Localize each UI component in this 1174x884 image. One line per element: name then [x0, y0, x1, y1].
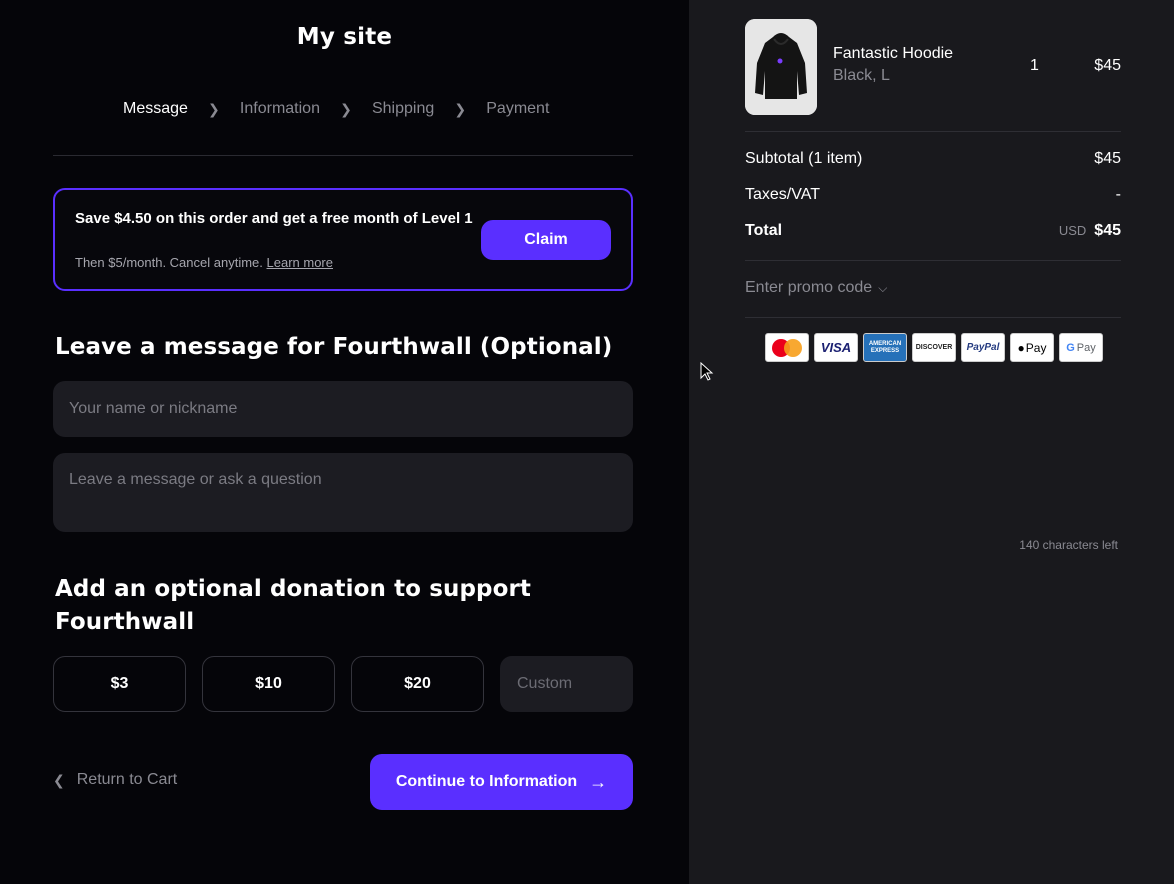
- promo-subtitle-text: Then $5/month. Cancel anytime.: [75, 255, 263, 270]
- step-shipping[interactable]: Shipping: [372, 100, 434, 118]
- subtotal-row: Subtotal (1 item) $45: [745, 150, 1121, 168]
- custom-donation-input[interactable]: Custom: [500, 656, 633, 712]
- product-quantity: 1: [1030, 57, 1039, 74]
- subtotal-value: $45: [1094, 150, 1121, 167]
- checkout-steps-breadcrumb: Message ❯ Information ❯ Shipping ❯ Payme…: [123, 100, 549, 118]
- promo-code-toggle[interactable]: Enter promo code ⌵: [745, 279, 887, 297]
- chevron-right-icon: ❯: [454, 100, 467, 117]
- name-input[interactable]: Your name or nickname: [53, 381, 633, 437]
- checkout-main-panel: [0, 0, 689, 884]
- step-payment[interactable]: Payment: [486, 100, 549, 118]
- message-section-title: Leave a message for Fourthwall (Optional…: [55, 334, 613, 360]
- arrow-right-icon: →: [589, 771, 608, 792]
- taxes-label: Taxes/VAT: [745, 186, 820, 203]
- characters-left-counter: 140 characters left: [1019, 538, 1118, 552]
- continue-to-information-button[interactable]: Continue to Information →: [370, 754, 633, 810]
- return-to-cart-label: Return to Cart: [76, 771, 178, 788]
- divider: [745, 317, 1121, 318]
- donation-option-20[interactable]: $20: [351, 656, 484, 712]
- paypal-icon: PayPal: [961, 333, 1005, 362]
- step-information[interactable]: Information: [240, 100, 320, 118]
- promo-subtitle: Then $5/month. Cancel anytime. Learn mor…: [75, 255, 333, 270]
- product-name: Fantastic Hoodie: [833, 45, 954, 62]
- divider: [745, 131, 1121, 132]
- custom-donation-placeholder: Custom: [517, 675, 573, 692]
- payment-methods: VISA AMERICAN EXPRESS DISCOVER PayPal ● P…: [765, 333, 1103, 362]
- mouse-cursor-icon: [700, 362, 714, 381]
- return-to-cart-link[interactable]: ❮ Return to Cart: [53, 771, 177, 789]
- message-textarea-placeholder: Leave a message or ask a question: [69, 471, 322, 488]
- discover-icon: DISCOVER: [912, 333, 956, 362]
- donation-option-3[interactable]: $3: [53, 656, 186, 712]
- divider: [53, 155, 633, 156]
- taxes-row: Taxes/VAT -: [745, 186, 1121, 204]
- amex-icon: AMERICAN EXPRESS: [863, 333, 907, 362]
- mastercard-icon: [765, 333, 809, 362]
- currency-code: USD: [1058, 223, 1087, 238]
- chevron-down-icon: ⌵: [878, 280, 888, 295]
- chevron-right-icon: ❯: [208, 100, 220, 117]
- visa-icon: VISA: [814, 333, 858, 362]
- learn-more-link[interactable]: Learn more: [267, 255, 333, 270]
- hoodie-icon: [745, 19, 817, 115]
- promo-title: Save $4.50 on this order and get a free …: [75, 210, 473, 227]
- step-message[interactable]: Message: [123, 100, 188, 118]
- apple-pay-icon: ● Pay: [1010, 333, 1054, 362]
- site-title[interactable]: My site: [0, 24, 689, 50]
- donation-section-title: Add an optional donation to support Four…: [55, 576, 532, 635]
- promo-code-label: Enter promo code: [745, 279, 873, 296]
- divider: [745, 260, 1121, 261]
- continue-label: Continue to Information: [395, 773, 578, 790]
- total-value: $45: [1094, 222, 1121, 239]
- total-amount: USD $45: [1059, 222, 1121, 240]
- total-row: Total USD $45: [745, 222, 1121, 240]
- donation-option-10[interactable]: $10: [202, 656, 335, 712]
- subtotal-label: Subtotal (1 item): [745, 150, 863, 167]
- claim-button[interactable]: Claim: [481, 220, 611, 260]
- chevron-left-icon: ❮: [53, 771, 65, 788]
- product-variant: Black, L: [833, 67, 890, 84]
- product-thumbnail: [745, 19, 817, 115]
- taxes-value: -: [1115, 186, 1121, 203]
- membership-promo-banner: Save $4.50 on this order and get a free …: [53, 188, 633, 291]
- message-textarea[interactable]: Leave a message or ask a question: [53, 453, 633, 532]
- google-pay-icon: G Pay: [1059, 333, 1103, 362]
- product-price: $45: [1094, 57, 1121, 74]
- name-input-placeholder: Your name or nickname: [69, 400, 238, 417]
- chevron-right-icon: ❯: [340, 100, 352, 117]
- total-label: Total: [745, 222, 783, 239]
- order-summary-panel: [689, 0, 1174, 884]
